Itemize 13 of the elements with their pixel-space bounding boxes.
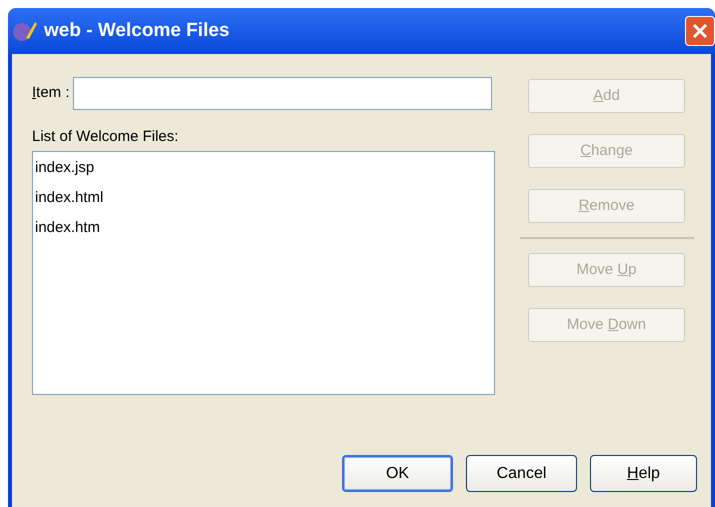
dialog-button[interactable]: Help — [590, 455, 697, 492]
list-item[interactable]: index.jsp — [33, 158, 494, 188]
window-title: web - Welcome Files — [44, 18, 230, 43]
list-label: List of Welcome Files: — [32, 127, 180, 147]
welcome-files-list[interactable]: index.jsp index.html index.htm — [32, 150, 495, 394]
dialog-button[interactable]: Cancel — [466, 455, 577, 492]
dialog-button[interactable]: OK — [342, 455, 453, 492]
item-label: Item : — [32, 83, 70, 104]
close-icon — [691, 22, 709, 40]
item-input-field[interactable] — [72, 77, 492, 110]
list-item[interactable]: index.htm — [33, 218, 494, 248]
list-item[interactable]: index.html — [33, 188, 494, 218]
close-button[interactable] — [685, 16, 715, 46]
